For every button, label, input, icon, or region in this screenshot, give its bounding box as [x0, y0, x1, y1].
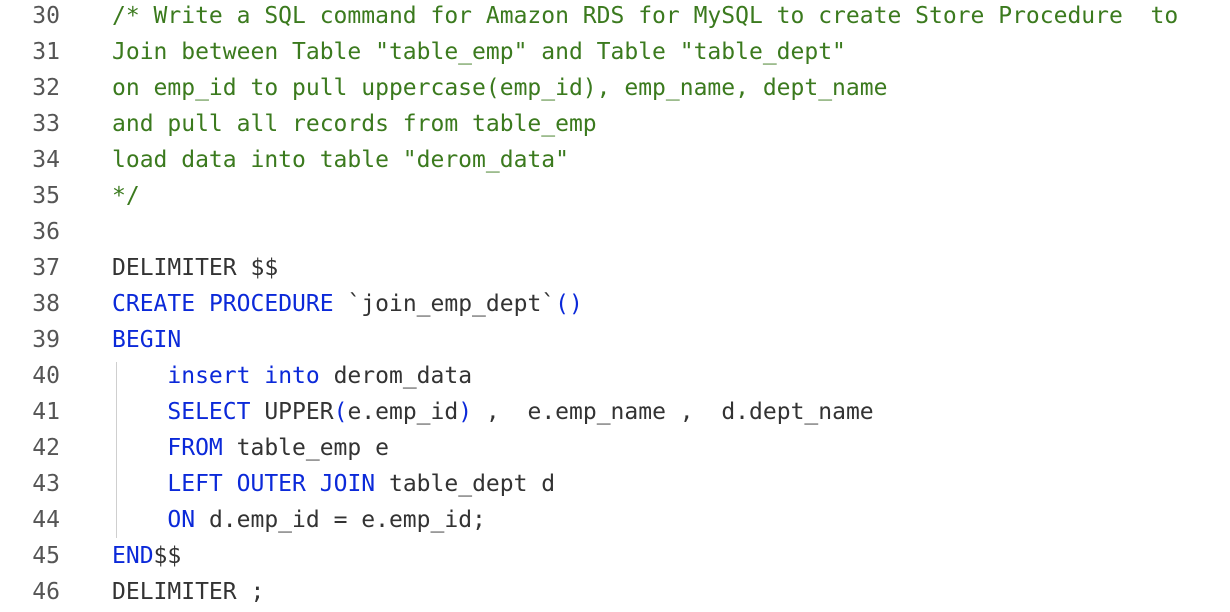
code-text: SELECT UPPER(e.emp_id) , e.emp_name , d.… — [112, 394, 874, 430]
code-text: ON d.emp_id = e.emp_id; — [112, 502, 486, 538]
code-comment: /* Write a SQL command for Amazon RDS fo… — [112, 3, 1179, 29]
code-line[interactable]: 41 SELECT UPPER(e.emp_id) , e.emp_name ,… — [0, 394, 1230, 430]
sql-keyword: END — [112, 543, 154, 569]
line-number: 40 — [32, 363, 60, 389]
code-token: UPPER — [250, 399, 334, 425]
code-token: `join_emp_dept` — [333, 291, 556, 317]
line-number: 39 — [32, 327, 60, 353]
line-number: 42 — [32, 435, 60, 461]
code-line[interactable]: 32 on emp_id to pull uppercase(emp_id), e… — [0, 70, 1230, 106]
code-token: table_dept d — [375, 471, 556, 497]
code-text: CREATE PROCEDURE `join_emp_dept`() — [112, 286, 583, 322]
line-number: 46 — [32, 579, 60, 605]
line-number: 34 — [32, 147, 60, 173]
code-line[interactable]: 35 */ — [0, 178, 1230, 214]
code-token: e.emp_id — [347, 399, 459, 425]
sql-keyword: CREATE — [112, 291, 196, 317]
sql-keyword: ( — [333, 399, 348, 425]
code-line[interactable]: 44 ON d.emp_id = e.emp_id; — [0, 502, 1230, 538]
code-text: DELIMITER ; — [112, 574, 264, 610]
sql-keyword: LEFT — [167, 471, 223, 497]
code-line[interactable]: 38 CREATE PROCEDURE `join_emp_dept`() — [0, 286, 1230, 322]
sql-keyword: BEGIN — [112, 327, 182, 353]
code-text: END$$ — [112, 538, 181, 574]
sql-keyword: ) — [458, 399, 473, 425]
code-text: /* Write a SQL command for Amazon RDS fo… — [112, 0, 1178, 34]
code-comment: load data into table "derom_data" — [112, 147, 569, 173]
line-number: 31 — [32, 39, 60, 65]
code-line[interactable]: 37 DELIMITER $$ — [0, 250, 1230, 286]
code-line[interactable]: 31 Join between Table "table_emp" and Tab… — [0, 34, 1230, 70]
code-token: DELIMITER $$ — [112, 255, 279, 281]
code-line[interactable]: 43 LEFT OUTER JOIN table_dept d — [0, 466, 1230, 502]
code-text: FROM table_emp e — [112, 430, 389, 466]
sql-keyword: ON — [167, 507, 196, 533]
code-token: $$ — [153, 543, 182, 569]
line-number: 36 — [32, 219, 60, 245]
line-number: 37 — [32, 255, 60, 281]
code-comment: and pull all records from table_emp — [112, 111, 597, 137]
code-comment: */ — [112, 183, 140, 209]
line-number: 43 — [32, 471, 60, 497]
code-line[interactable]: 40 insert into derom_data — [0, 358, 1230, 394]
sql-keyword: insert — [167, 363, 251, 389]
sql-keyword: into — [264, 363, 320, 389]
code-line[interactable]: 42 FROM table_emp e — [0, 430, 1230, 466]
code-line[interactable]: 33 and pull all records from table_emp — [0, 106, 1230, 142]
sql-keyword: PROCEDURE — [208, 291, 334, 317]
sql-keyword: SELECT — [167, 399, 251, 425]
sql-keyword: OUTER — [236, 471, 306, 497]
code-text: DELIMITER $$ — [112, 250, 278, 286]
line-number: 44 — [32, 507, 60, 533]
code-line[interactable]: 39 BEGIN — [0, 322, 1230, 358]
code-text: insert into derom_data — [112, 358, 472, 394]
code-text: load data into table "derom_data" — [112, 142, 569, 178]
code-line[interactable]: 46 DELIMITER ; — [0, 574, 1230, 610]
line-number: 32 — [32, 75, 60, 101]
sql-keyword: FROM — [167, 435, 223, 461]
code-editor[interactable]: 30 /* Write a SQL command for Amazon RDS … — [0, 0, 1230, 612]
sql-keyword: JOIN — [319, 471, 376, 497]
code-text: */ — [112, 178, 140, 214]
line-number: 30 — [32, 3, 60, 29]
line-number: 45 — [32, 543, 60, 569]
code-text: Join between Table "table_emp" and Table… — [112, 34, 846, 70]
code-text: LEFT OUTER JOIN table_dept d — [112, 466, 555, 502]
code-comment: on emp_id to pull uppercase(emp_id), emp… — [112, 75, 888, 101]
code-text: BEGIN — [112, 322, 181, 358]
code-line[interactable]: 34 load data into table "derom_data" — [0, 142, 1230, 178]
code-token: DELIMITER ; — [112, 579, 265, 605]
code-comment: Join between Table "table_emp" and Table… — [112, 39, 846, 65]
code-text: on emp_id to pull uppercase(emp_id), emp… — [112, 70, 887, 106]
line-number: 33 — [32, 111, 60, 137]
code-token: d.emp_id = e.emp_id; — [195, 507, 486, 533]
sql-keyword: () — [555, 291, 583, 317]
code-line[interactable]: 30 /* Write a SQL command for Amazon RDS … — [0, 0, 1230, 34]
code-text: and pull all records from table_emp — [112, 106, 597, 142]
line-number: 35 — [32, 183, 60, 209]
code-token: derom_data — [319, 363, 473, 389]
code-token: table_emp e — [222, 435, 389, 461]
code-line[interactable]: 36 — [0, 214, 1230, 250]
line-number: 38 — [32, 291, 60, 317]
code-token: , e.emp_name , d.dept_name — [472, 399, 874, 425]
code-line[interactable]: 45 END$$ — [0, 538, 1230, 574]
line-number: 41 — [32, 399, 60, 425]
